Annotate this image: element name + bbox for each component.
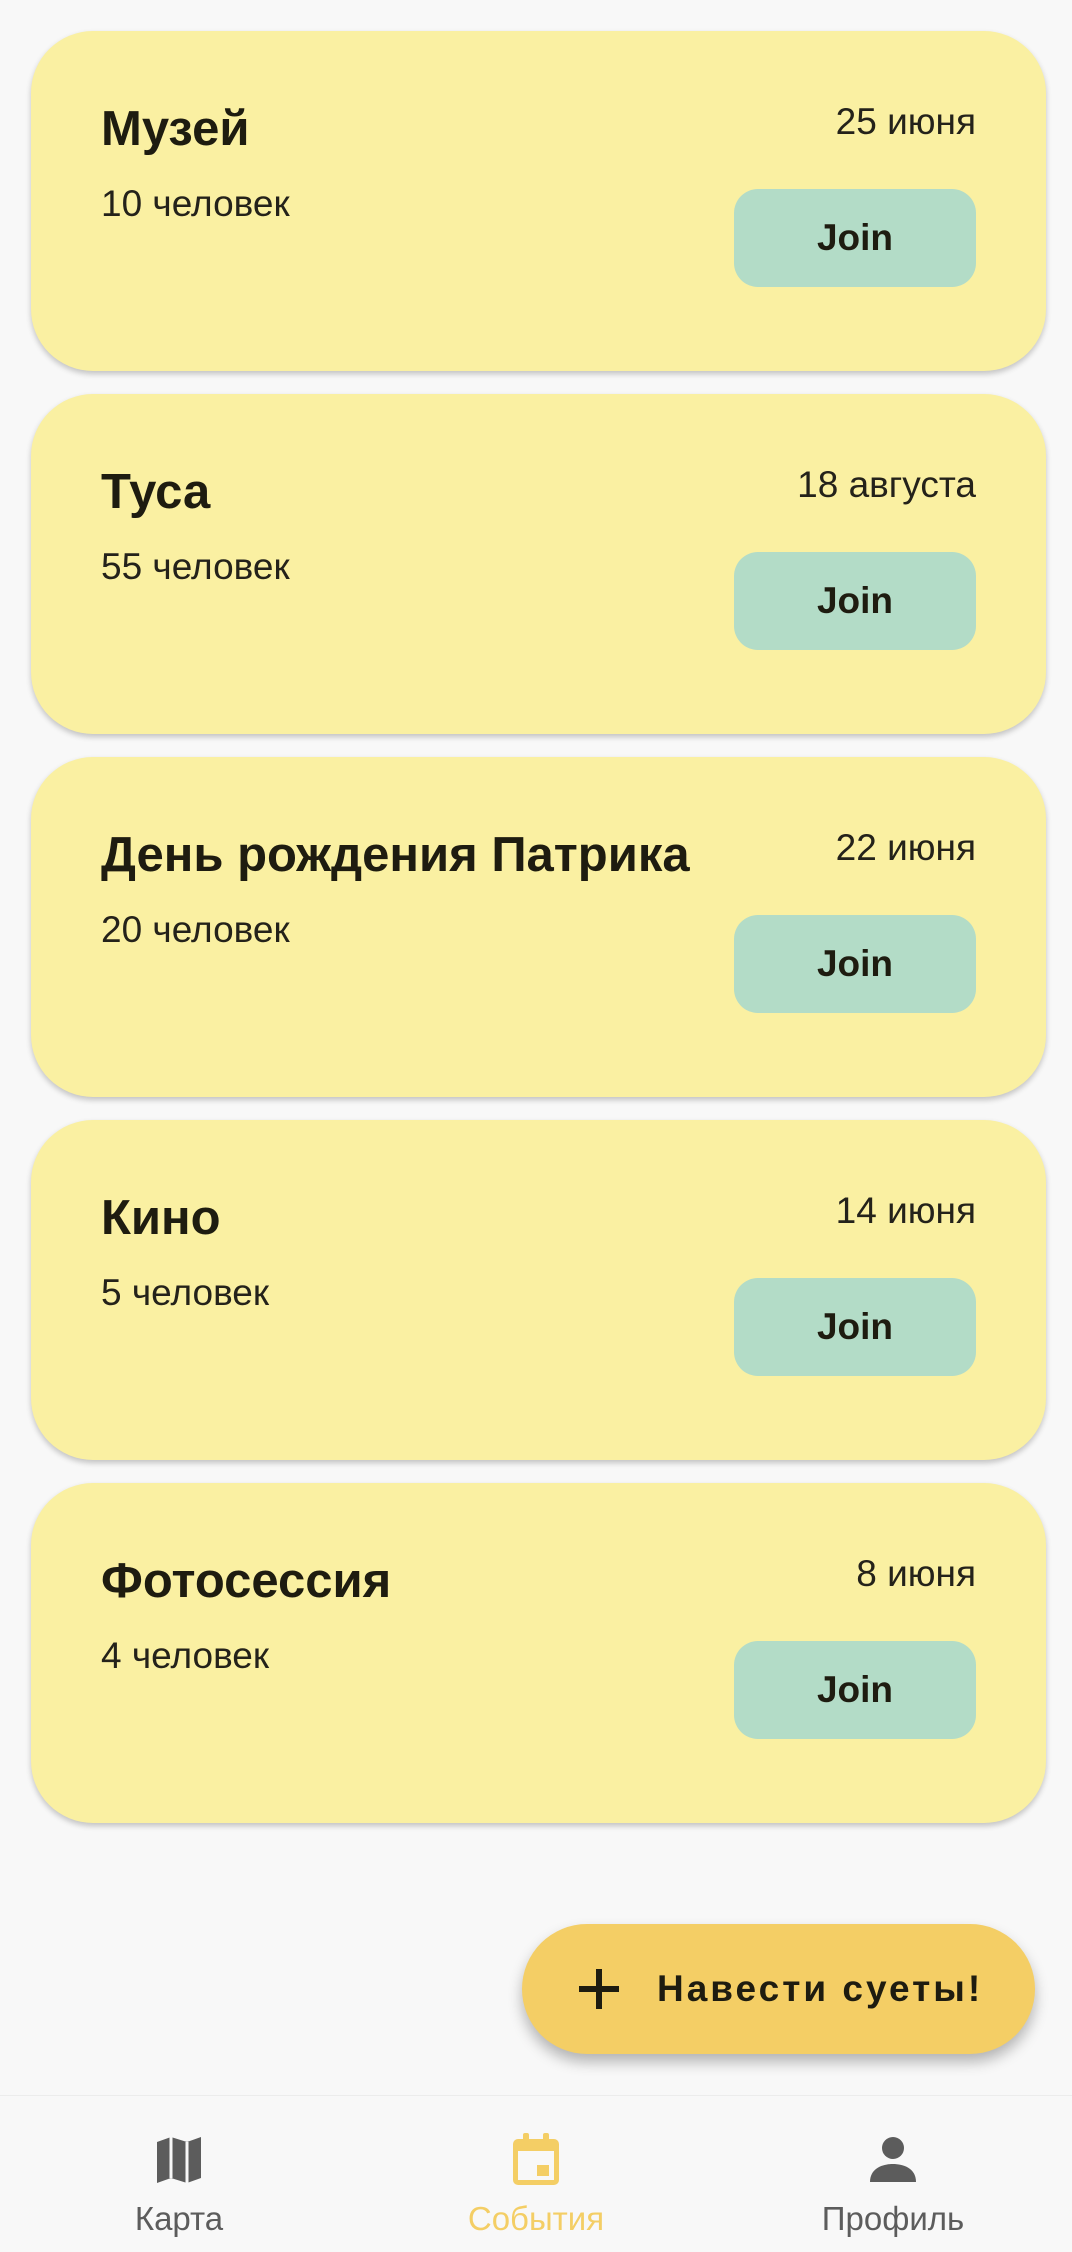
event-date: 18 августа	[797, 464, 976, 505]
map-icon	[157, 2137, 201, 2183]
join-button[interactable]: Join	[734, 189, 976, 287]
calendar-icon	[513, 2133, 559, 2185]
event-title: Кино	[101, 1191, 221, 1245]
event-participant-count: 20 человек	[101, 909, 290, 950]
nav-item-events[interactable]: События	[357, 2096, 715, 2252]
join-button[interactable]: Join	[734, 1278, 976, 1376]
event-participant-count: 55 человек	[101, 546, 290, 587]
create-event-button[interactable]: Навести суеты!	[522, 1924, 1035, 2054]
event-list: Музей 10 человек 25 июня Join Туса 55 че…	[31, 31, 1046, 1846]
nav-label-map: Карта	[134, 2200, 224, 2237]
event-date: 25 июня	[835, 101, 976, 142]
event-participant-count: 10 человек	[101, 183, 290, 224]
person-icon	[870, 2137, 916, 2182]
event-date: 14 июня	[835, 1190, 976, 1231]
event-card: День рождения Патрика 20 человек 22 июня…	[31, 757, 1046, 1097]
join-button[interactable]: Join	[734, 1641, 976, 1739]
nav-label-profile: Профиль	[821, 2200, 965, 2237]
nav-item-profile[interactable]: Профиль	[714, 2096, 1072, 2252]
join-button[interactable]: Join	[734, 552, 976, 650]
nav-item-map[interactable]: Карта	[0, 2096, 358, 2252]
event-title: Фотосессия	[101, 1554, 392, 1608]
event-participant-count: 4 человек	[101, 1635, 270, 1676]
nav-label-events: События	[467, 2200, 605, 2237]
event-card: Фотосессия 4 человек 8 июня Join	[31, 1483, 1046, 1823]
event-card: Кино 5 человек 14 июня Join	[31, 1120, 1046, 1460]
event-title: Туса	[101, 465, 211, 519]
event-title: Музей	[101, 102, 250, 156]
event-participant-count: 5 человек	[101, 1272, 270, 1313]
bottom-navigation: Карта События Профиль	[0, 2095, 1072, 2252]
event-title: День рождения Патрика	[101, 828, 690, 882]
join-button[interactable]: Join	[734, 915, 976, 1013]
event-date: 22 июня	[835, 827, 976, 868]
event-date: 8 июня	[856, 1553, 976, 1594]
event-card: Туса 55 человек 18 августа Join	[31, 394, 1046, 734]
create-event-label: Навести суеты!	[657, 1968, 984, 2009]
plus-icon	[579, 1969, 619, 2009]
event-card: Музей 10 человек 25 июня Join	[31, 31, 1046, 371]
